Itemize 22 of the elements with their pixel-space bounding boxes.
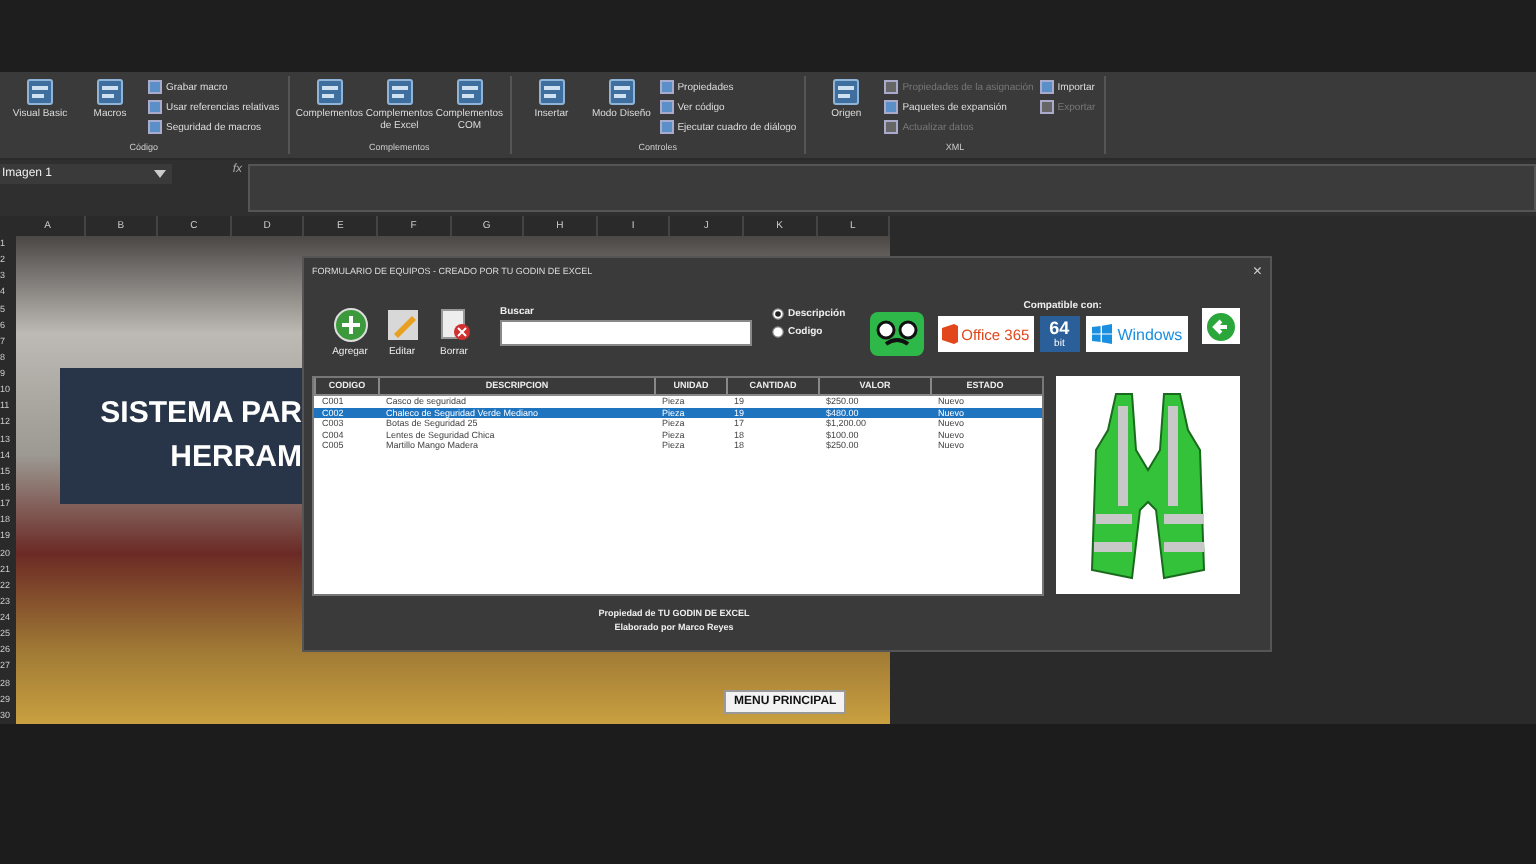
windows-logo: Windows xyxy=(1085,316,1189,352)
office-icon xyxy=(941,324,958,344)
command-icon xyxy=(96,78,124,106)
command-icon xyxy=(315,78,344,106)
caret-icon xyxy=(154,170,166,178)
command-icon xyxy=(26,78,54,106)
banner-title: SISTEMA PAR xyxy=(100,394,302,434)
command-icon xyxy=(385,78,414,106)
formula-field[interactable] xyxy=(248,164,1536,212)
command-icon xyxy=(607,78,636,106)
command-icon xyxy=(455,78,484,106)
command-icon xyxy=(832,78,861,106)
pencil-icon xyxy=(385,308,419,342)
command-icon xyxy=(537,78,566,106)
back-button[interactable] xyxy=(1202,308,1241,344)
close-button[interactable]: × xyxy=(1252,262,1262,280)
windows-icon xyxy=(1091,324,1112,344)
search-field[interactable] xyxy=(500,320,752,346)
delete-icon xyxy=(437,308,471,342)
plus-icon xyxy=(333,308,367,342)
banner-title: HERRAM xyxy=(170,438,302,478)
mask-logo-icon xyxy=(869,312,924,356)
